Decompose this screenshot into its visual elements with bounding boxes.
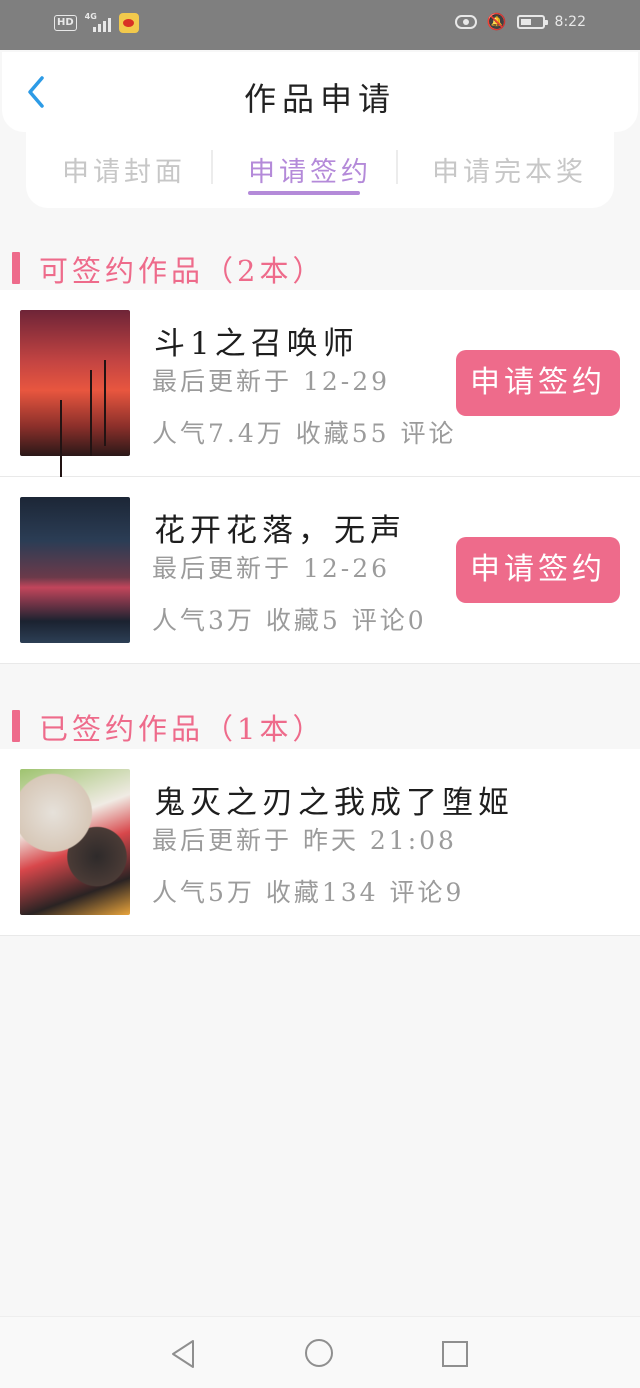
apply-contract-button[interactable]: 申请签约: [456, 537, 620, 603]
section-marker: [12, 710, 20, 742]
hd-indicator: HD: [54, 15, 77, 31]
book-cover-image: [20, 310, 130, 456]
book-cover-image: [20, 769, 130, 915]
book-stats: 人气5万 收藏134 评论9: [152, 878, 465, 907]
book-title: 斗1之召唤师: [154, 326, 359, 362]
tab-divider: [396, 150, 398, 184]
apply-contract-button[interactable]: 申请签约: [456, 350, 620, 416]
status-bar: HD 4G 🔕 8:22: [0, 0, 640, 50]
nav-back-button[interactable]: [170, 1339, 196, 1373]
tab-apply-completion-award[interactable]: 申请完本奖: [432, 150, 587, 189]
tab-apply-cover[interactable]: 申请封面: [62, 150, 186, 189]
battery-icon: [516, 15, 548, 29]
clock: 8:22: [554, 14, 586, 30]
mute-bell-icon: 🔕: [486, 12, 507, 31]
app-header: 作品申请: [2, 52, 638, 132]
tab-divider: [211, 150, 213, 184]
section-title: 已签约作品（1本）: [39, 712, 326, 746]
eye-comfort-icon: [454, 15, 477, 29]
active-tab-indicator: [248, 191, 360, 195]
tab-apply-contract[interactable]: 申请签约: [248, 150, 372, 189]
weibo-notification-icon: [118, 13, 139, 33]
page-title: 作品申请: [243, 80, 396, 118]
book-updated: 最后更新于 12-29: [152, 367, 391, 396]
book-card[interactable]: 斗1之召唤师 最后更新于 12-29 人气7.4万 收藏55 评论 申请签约: [0, 290, 640, 477]
section-title: 可签约作品（2本）: [39, 254, 326, 288]
book-stats: 人气3万 收藏5 评论0: [152, 606, 427, 635]
triangle-back-icon: [172, 1340, 194, 1368]
book-title: 花开花落，无声: [154, 513, 406, 549]
book-card[interactable]: 花开花落，无声 最后更新于 12-26 人气3万 收藏5 评论0 申请签约: [0, 477, 640, 664]
book-cover-image: [20, 497, 130, 643]
section-marker: [12, 252, 20, 284]
book-card[interactable]: 鬼灭之刃之我成了堕姬 最后更新于 昨天 21:08 人气5万 收藏134 评论9: [0, 749, 640, 936]
signal-icon: 4G: [85, 12, 111, 32]
book-title: 鬼灭之刃之我成了堕姬: [154, 785, 514, 821]
book-updated: 最后更新于 12-26: [152, 554, 391, 583]
system-navigation-bar: [0, 1316, 640, 1388]
nav-home-button[interactable]: [305, 1339, 333, 1367]
nav-recents-button[interactable]: [442, 1341, 468, 1367]
book-updated: 最后更新于 昨天 21:08: [152, 826, 457, 855]
book-stats: 人气7.4万 收藏55 评论: [152, 419, 454, 448]
